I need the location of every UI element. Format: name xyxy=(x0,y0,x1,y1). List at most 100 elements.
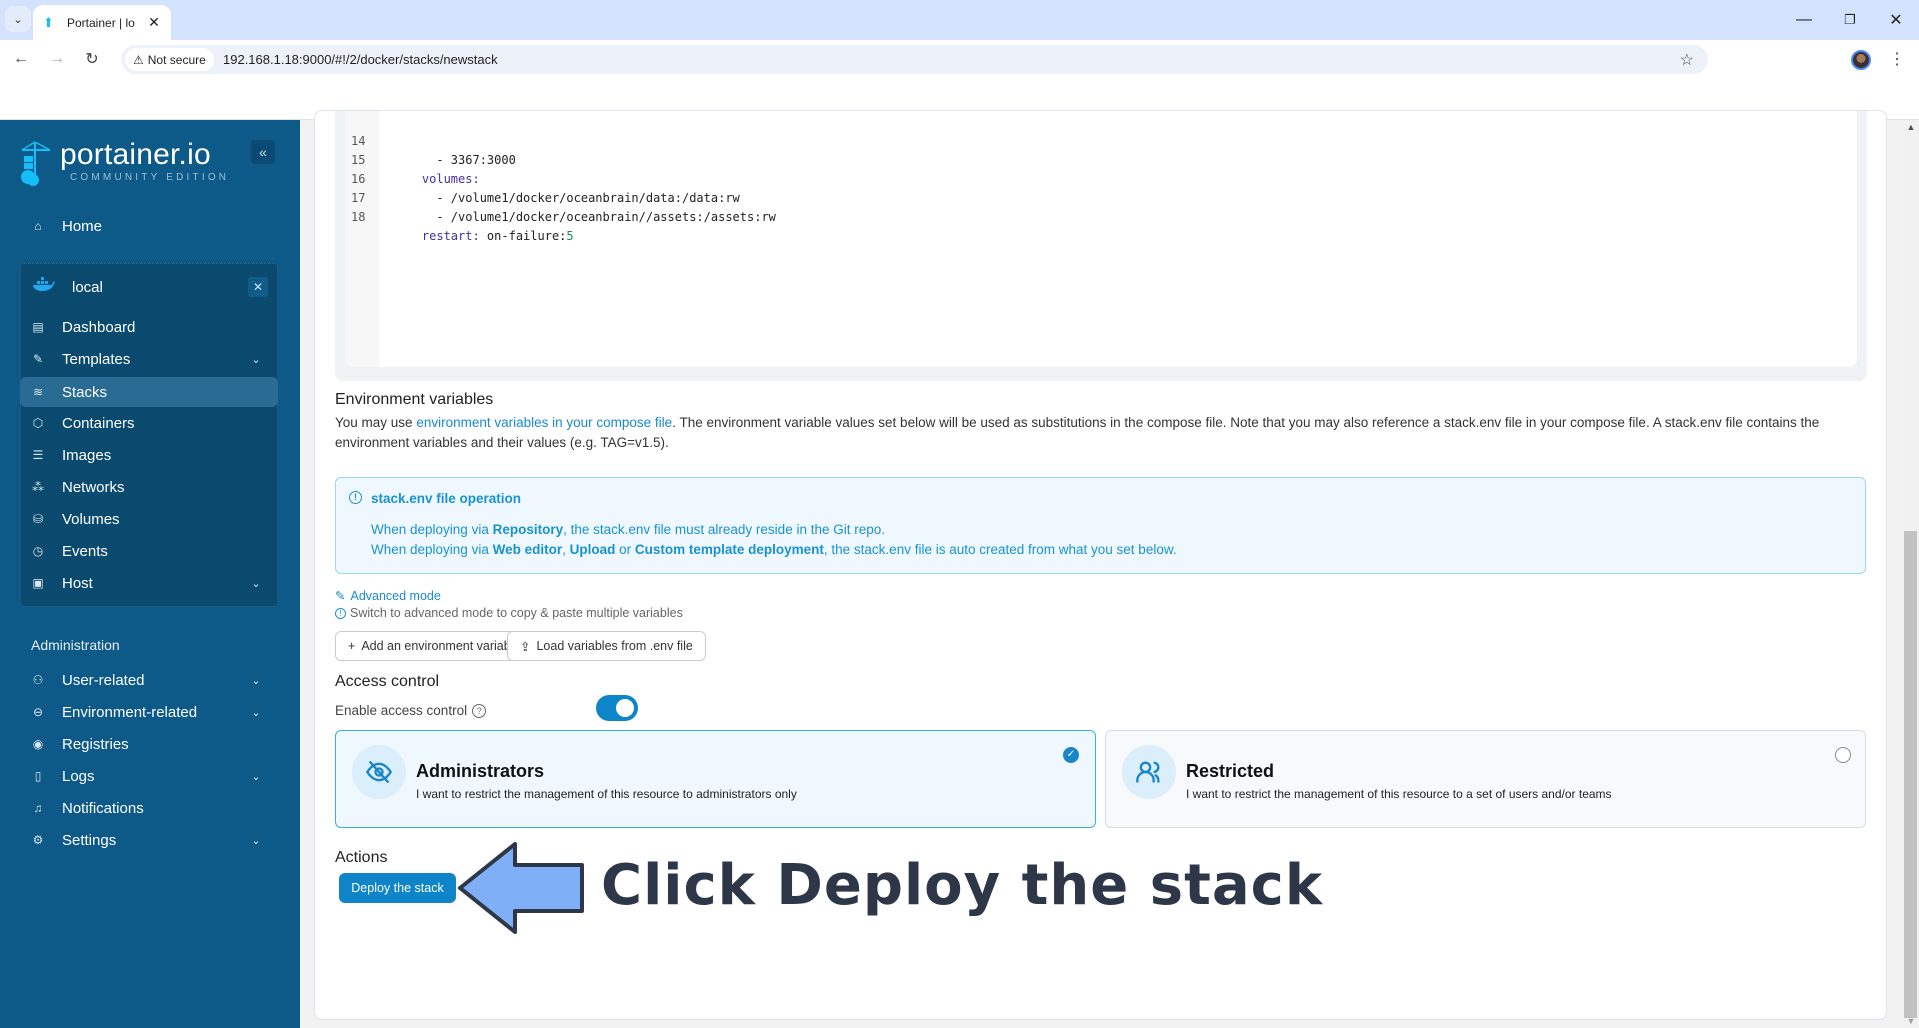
url-text[interactable]: 192.168.1.18:9000/#!/2/docker/stacks/new… xyxy=(223,52,498,67)
info-line: When deploying via Repository, the stack… xyxy=(371,522,885,537)
access-option-administrators[interactable]: Administrators I want to restrict the ma… xyxy=(335,730,1096,828)
scroll-up-arrow-icon[interactable]: ▲ xyxy=(1903,122,1919,132)
plus-icon: + xyxy=(348,639,356,653)
info-text: or xyxy=(615,542,635,557)
toggle-knob xyxy=(616,699,634,717)
annotation-arrow-icon xyxy=(458,842,584,934)
info-icon: ! xyxy=(349,491,362,504)
close-environment-button[interactable]: ✕ xyxy=(248,277,268,297)
sidebar-item-home[interactable]: ⌂ Home xyxy=(20,212,278,240)
chevron-down-icon[interactable]: ⌄ xyxy=(248,577,264,590)
access-control-toggle[interactable] xyxy=(596,695,638,721)
info-text: When deploying via xyxy=(371,522,493,537)
add-env-variable-button[interactable]: + Add an environment variable xyxy=(335,631,534,661)
tab-search-button[interactable]: ⌄ xyxy=(5,6,31,32)
env-vars-heading: Environment variables xyxy=(335,391,494,408)
bell-icon: ♫ xyxy=(33,801,43,815)
network-icon: ⁂ xyxy=(32,480,44,494)
radio-button[interactable] xyxy=(1835,747,1851,763)
deploy-stack-button[interactable]: Deploy the stack xyxy=(339,873,456,903)
dashboard-icon: ▤ xyxy=(32,320,44,334)
sidebar-item-label: Registries xyxy=(62,735,129,753)
database-icon: ⛁ xyxy=(32,512,44,526)
profile-avatar[interactable] xyxy=(1851,50,1871,70)
line-number: 18 xyxy=(351,210,366,224)
browser-tab[interactable]: ⬆ Portainer | lo ✕ xyxy=(33,5,171,40)
option-description: I want to restrict the management of thi… xyxy=(1186,787,1612,801)
option-title: Administrators xyxy=(416,761,545,781)
sidebar-item-logs[interactable]: ▯ Logs ⌄ xyxy=(20,762,278,790)
users-icon: ⚇ xyxy=(32,673,44,687)
list-icon: ☰ xyxy=(32,448,44,462)
main-content: 14 - 3367:3000 15 volumes: 16 - /volume1… xyxy=(300,110,1919,1028)
sidebar-item-volumes[interactable]: ⛁ Volumes xyxy=(20,505,278,533)
info-text: , the stack.env file is auto created fro… xyxy=(823,542,1177,557)
option-description: I want to restrict the management of thi… xyxy=(416,787,797,801)
sidebar-item-host[interactable]: ▣ Host ⌄ xyxy=(20,569,278,597)
info-title: stack.env file operation xyxy=(371,491,522,506)
compose-editor[interactable]: 14 - 3367:3000 15 volumes: 16 - /volume1… xyxy=(345,111,1857,367)
window-close-button[interactable]: ✕ xyxy=(1873,6,1919,34)
file-icon: ▯ xyxy=(34,769,42,783)
browser-menu-icon[interactable]: ⋮ xyxy=(1889,49,1905,69)
forward-button[interactable]: → xyxy=(44,46,70,72)
chevron-down-icon[interactable]: ⌄ xyxy=(248,770,264,783)
env-vars-description: You may use environment variables in you… xyxy=(335,413,1865,453)
scroll-down-arrow-icon[interactable]: ▼ xyxy=(1903,1016,1919,1026)
sidebar-item-settings[interactable]: ⚙ Settings ⌄ xyxy=(20,826,278,854)
portainer-logo[interactable]: portainer.io COMMUNITY EDITION xyxy=(18,140,229,186)
code-text: restart: on-failure:5 xyxy=(393,229,574,243)
sidebar-item-stacks[interactable]: ≋ Stacks xyxy=(20,377,278,407)
env-vars-docs-link[interactable]: environment variables in your compose fi… xyxy=(416,415,672,430)
sidebar-item-templates[interactable]: ✎ Templates ⌄ xyxy=(20,345,278,373)
sidebar-item-label: Stacks xyxy=(62,383,108,401)
arrow-left-icon: ← xyxy=(13,50,29,67)
advanced-mode-link[interactable]: ✎ Advanced mode xyxy=(335,588,441,604)
collapse-sidebar-button[interactable]: « xyxy=(251,140,275,164)
double-chevron-left-icon: « xyxy=(259,144,267,160)
address-bar[interactable]: ⚠ Not secure 192.168.1.18:9000/#!/2/dock… xyxy=(121,45,1708,74)
chevron-down-icon: ⌄ xyxy=(13,13,23,26)
sidebar-item-registries[interactable]: ◉ Registries xyxy=(20,730,278,758)
info-text: When deploying via xyxy=(371,542,493,557)
chevron-down-icon[interactable]: ⌄ xyxy=(248,674,264,687)
sidebar-item-label: User-related xyxy=(62,671,145,689)
info-bold: Upload xyxy=(569,542,616,557)
minimize-button[interactable]: — xyxy=(1781,6,1827,34)
bookmark-star-icon[interactable]: ☆ xyxy=(1680,50,1694,70)
sidebar-item-containers[interactable]: ⬡ Containers xyxy=(20,409,278,437)
reload-button[interactable]: ↻ xyxy=(79,46,105,72)
sidebar-item-dashboard[interactable]: ▤ Dashboard xyxy=(20,313,278,341)
host-icon: ▣ xyxy=(32,576,44,590)
sidebar-item-events[interactable]: ◷ Events xyxy=(20,537,278,565)
scrollbar-thumb[interactable] xyxy=(1904,531,1917,1018)
sidebar-item-networks[interactable]: ⁂ Networks xyxy=(20,473,278,501)
sidebar-item-label: Images xyxy=(62,446,112,464)
enable-access-control-label: Enable access control ? xyxy=(335,703,487,718)
tab-close-icon[interactable]: ✕ xyxy=(145,14,163,31)
help-icon[interactable]: ? xyxy=(472,703,487,718)
load-env-file-button[interactable]: ⇪ Load variables from .env file xyxy=(507,631,706,661)
sidebar-item-label: Volumes xyxy=(62,510,120,528)
para-text: You may use xyxy=(335,415,417,430)
code-line: 18 restart: on-failure:5 xyxy=(345,189,574,243)
chevron-down-icon[interactable]: ⌄ xyxy=(248,706,264,719)
restore-button[interactable]: ❐ xyxy=(1827,6,1873,34)
arrow-right-icon: → xyxy=(49,50,65,67)
info-line: When deploying via Web editor, Upload or… xyxy=(371,542,1177,557)
sidebar-item-notifications[interactable]: ♫ Notifications xyxy=(20,794,278,822)
chevron-down-icon[interactable]: ⌄ xyxy=(248,834,264,847)
back-button[interactable]: ← xyxy=(8,46,34,72)
info-bold: Repository xyxy=(492,522,564,537)
sidebar-item-label: Host xyxy=(62,574,93,592)
chevron-down-icon[interactable]: ⌄ xyxy=(248,353,264,366)
edit-icon: ✎ xyxy=(335,589,346,603)
sidebar-item-environment-related[interactable]: ⊖ Environment-related ⌄ xyxy=(20,698,278,726)
actions-heading: Actions xyxy=(335,849,388,866)
security-label: Not secure xyxy=(147,52,206,67)
access-option-restricted[interactable]: Restricted I want to restrict the manage… xyxy=(1105,730,1866,828)
security-chip[interactable]: ⚠ Not secure xyxy=(125,48,214,71)
edit-icon: ✎ xyxy=(32,352,44,366)
sidebar-item-images[interactable]: ☰ Images xyxy=(20,441,278,469)
sidebar-item-user-related[interactable]: ⚇ User-related ⌄ xyxy=(20,666,278,694)
